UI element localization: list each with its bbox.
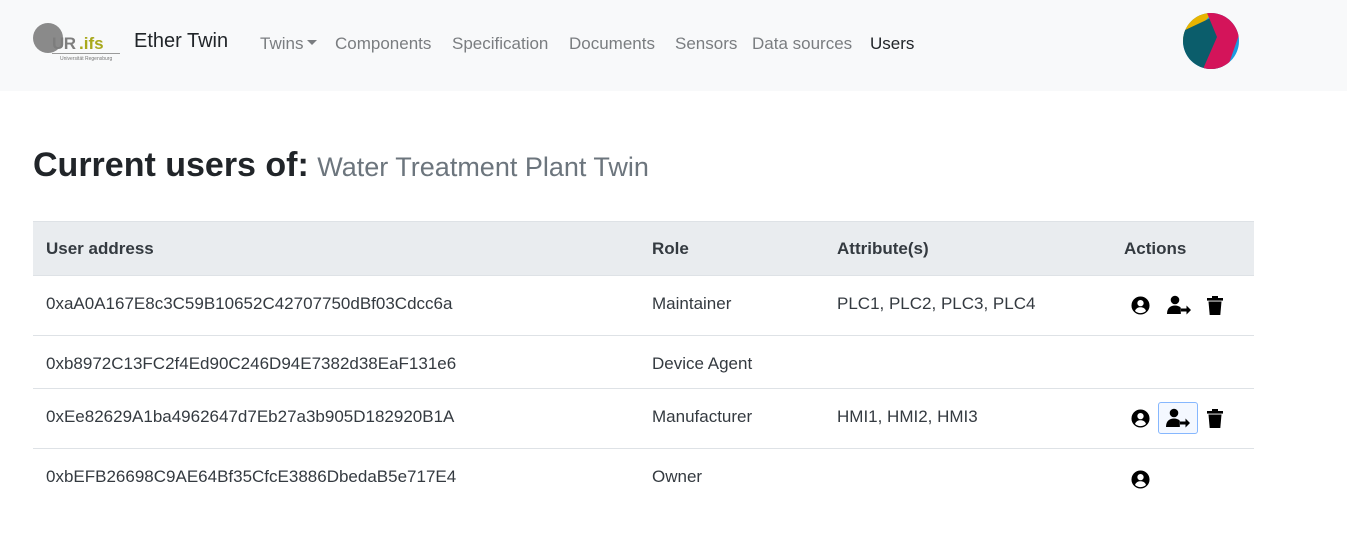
table-row: 0xEe82629A1ba4962647d7Eb27a3b905D182920B… — [33, 389, 1254, 449]
users-table: User address Role Attribute(s) Actions 0… — [33, 221, 1254, 505]
user-role: Manufacturer — [652, 407, 753, 426]
user-role: Device Agent — [652, 354, 753, 373]
nav-item-data-sources[interactable]: Data sources — [752, 34, 852, 54]
user-role: Maintainer — [652, 294, 732, 313]
trash-icon[interactable] — [1203, 293, 1227, 317]
nav-item-twins[interactable]: Twins — [260, 34, 318, 54]
twin-name: Water Treatment Plant Twin — [317, 152, 649, 182]
user-circle-icon[interactable] — [1128, 293, 1152, 317]
logo-university-text: Universität Regensburg — [60, 56, 113, 62]
user-transfer-icon[interactable] — [1158, 402, 1198, 434]
header-attributes: Attribute(s) — [837, 239, 929, 258]
header-role: Role — [652, 239, 689, 258]
user-circle-icon[interactable] — [1128, 406, 1152, 430]
page-title: Current users of: Water Treatment Plant … — [33, 146, 649, 185]
header-actions: Actions — [1124, 239, 1187, 258]
brand-title[interactable]: Ether Twin — [134, 30, 228, 53]
avatar-identicon — [1183, 13, 1239, 69]
trash-icon[interactable] — [1203, 406, 1227, 430]
logo-divider — [52, 53, 120, 54]
user-address: 0xbEFB26698C9AE64Bf35CfcE3886DbedaB5e717… — [46, 467, 457, 486]
nav-item-sensors[interactable]: Sensors — [675, 34, 737, 54]
user-circle-icon[interactable] — [1128, 467, 1152, 491]
logo-ifs-text: .ifs — [79, 34, 104, 53]
table-row: 0xaA0A167E8c3C59B10652C42707750dBf03Cdcc… — [33, 276, 1254, 336]
user-address: 0xEe82629A1ba4962647d7Eb27a3b905D182920B… — [46, 407, 455, 426]
logo-ur-text: UR — [52, 34, 76, 53]
table-header: User address Role Attribute(s) Actions — [33, 221, 1254, 276]
navbar: UR .ifs Universität Regensburg Ether Twi… — [0, 0, 1347, 91]
user-address: 0xaA0A167E8c3C59B10652C42707750dBf03Cdcc… — [46, 294, 453, 313]
table-row: 0xb8972C13FC2f4Ed90C246D94E7382d38EaF131… — [33, 336, 1254, 389]
nav-item-twins-label: Twins — [260, 34, 304, 53]
table-row: 0xbEFB26698C9AE64Bf35CfcE3886DbedaB5e717… — [33, 449, 1254, 505]
nav-item-components[interactable]: Components — [335, 34, 431, 54]
nav-item-documents[interactable]: Documents — [569, 34, 655, 54]
user-transfer-icon[interactable] — [1167, 293, 1191, 317]
university-logo[interactable]: UR .ifs Universität Regensburg — [32, 22, 122, 66]
header-user-address: User address — [46, 239, 154, 258]
caret-down-icon — [307, 40, 318, 45]
user-address: 0xb8972C13FC2f4Ed90C246D94E7382d38EaF131… — [46, 354, 457, 373]
user-role: Owner — [652, 467, 703, 486]
avatar[interactable] — [1183, 13, 1239, 69]
user-attributes: HMI1, HMI2, HMI3 — [837, 407, 978, 426]
nav-item-specification[interactable]: Specification — [452, 34, 548, 54]
user-attributes: PLC1, PLC2, PLC3, PLC4 — [837, 294, 1036, 313]
page-heading: Current users of: — [33, 146, 309, 184]
nav-item-users[interactable]: Users — [870, 34, 914, 54]
